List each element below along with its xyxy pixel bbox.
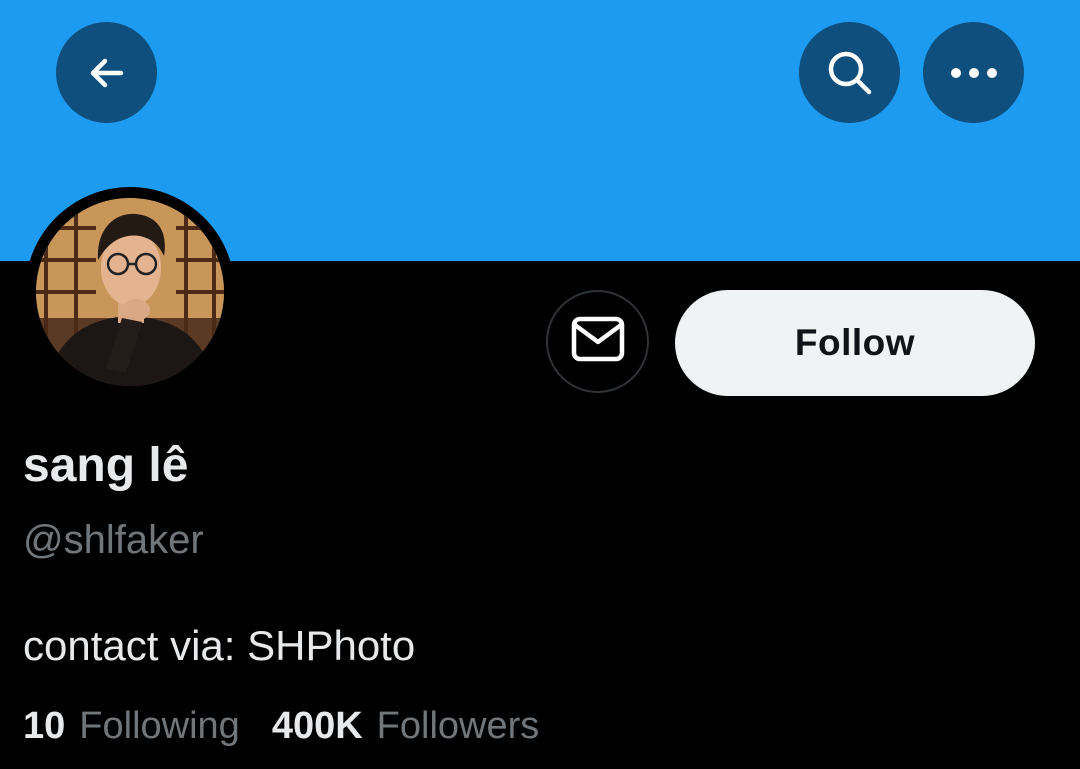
- avatar[interactable]: [36, 198, 224, 386]
- following-link[interactable]: 10 Following: [23, 700, 240, 752]
- envelope-icon: [571, 316, 625, 367]
- display-name: sang lê: [23, 439, 189, 492]
- back-button[interactable]: [56, 22, 157, 123]
- search-icon: [824, 47, 876, 99]
- followers-label: Followers: [376, 705, 540, 747]
- following-label: Following: [79, 705, 240, 747]
- profile-photo: [36, 198, 224, 386]
- follow-stats: 10 Following 400K Followers: [23, 700, 539, 752]
- more-options-button[interactable]: [923, 22, 1024, 123]
- profile-bio: contact via: SHPhoto: [23, 622, 416, 669]
- profile-page: Follow sang lê @shlfaker contact via: SH…: [0, 0, 1080, 769]
- arrow-left-icon: [85, 51, 129, 95]
- more-horizontal-icon: [949, 66, 999, 80]
- avatar-container[interactable]: [25, 187, 235, 397]
- user-handle: @shlfaker: [23, 518, 204, 562]
- followers-link[interactable]: 400K Followers: [272, 700, 539, 752]
- followers-count: 400K: [271, 705, 363, 747]
- following-count: 10: [23, 705, 66, 747]
- search-button[interactable]: [799, 22, 900, 123]
- message-button[interactable]: [546, 290, 649, 393]
- follow-button[interactable]: Follow: [675, 290, 1035, 396]
